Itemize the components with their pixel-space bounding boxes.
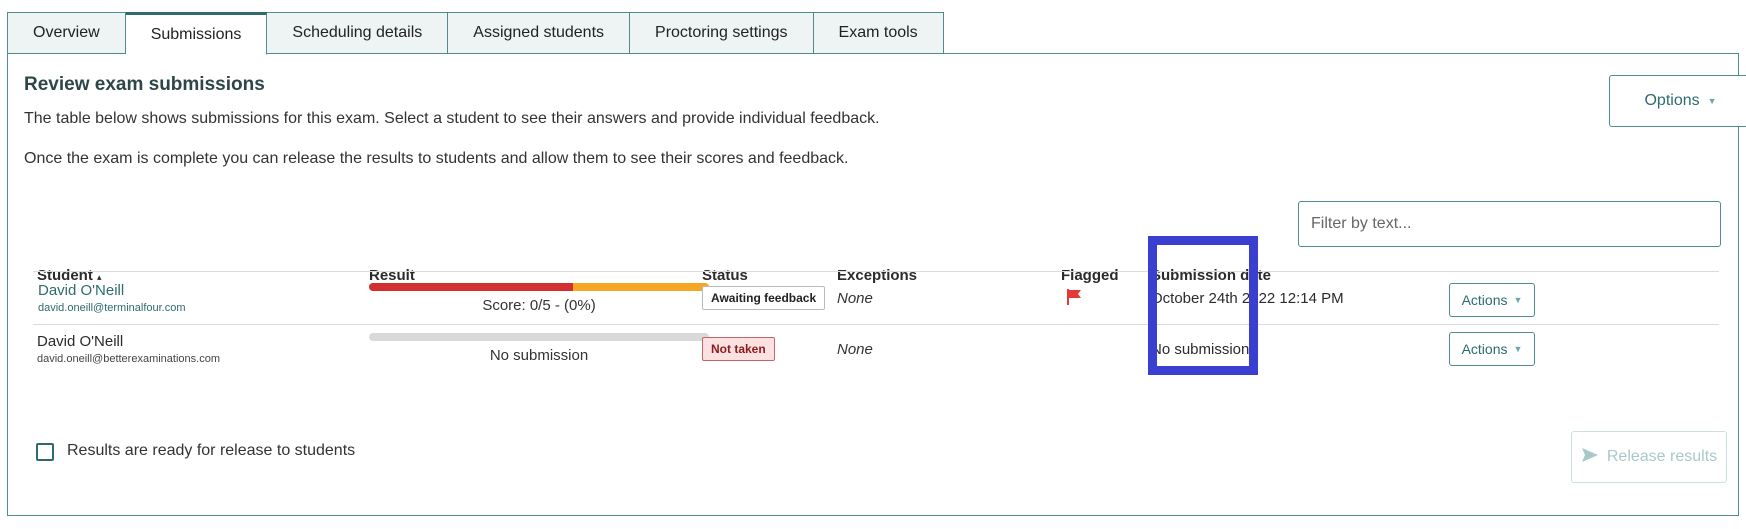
sort-asc-icon: ▴ bbox=[97, 272, 102, 282]
actions-label: Actions bbox=[1461, 292, 1508, 308]
result-cell: No submission bbox=[369, 333, 709, 364]
release-results-button[interactable]: Release results bbox=[1571, 431, 1727, 483]
status-cell: Not taken bbox=[702, 337, 775, 361]
description-text: The table below shows submissions for th… bbox=[24, 110, 880, 127]
student-cell: David O'Neill david.oneill@betterexamina… bbox=[37, 333, 220, 365]
tab-bar: Overview Submissions Scheduling details … bbox=[7, 12, 944, 55]
tab-exam-tools[interactable]: Exam tools bbox=[813, 12, 944, 54]
release-results-label: Release results bbox=[1606, 448, 1718, 465]
column-header-flagged: Flagged bbox=[1061, 267, 1119, 284]
score-bar bbox=[369, 283, 709, 291]
exceptions-value: None bbox=[837, 341, 873, 358]
actions-button[interactable]: Actions ▼ bbox=[1449, 283, 1535, 317]
caret-down-icon: ▼ bbox=[1513, 295, 1523, 305]
student-email: david.oneill@betterexaminations.com bbox=[37, 353, 220, 365]
release-info-text: Once the exam is complete you can releas… bbox=[24, 150, 849, 167]
score-bar-wrong-segment bbox=[369, 283, 573, 291]
tab-assigned-students[interactable]: Assigned students bbox=[448, 12, 631, 54]
filter-input[interactable] bbox=[1298, 201, 1721, 247]
student-name: David O'Neill bbox=[37, 333, 124, 350]
page-title: Review exam submissions bbox=[24, 74, 265, 95]
caret-down-icon: ▼ bbox=[1513, 344, 1523, 354]
row-divider bbox=[33, 271, 1719, 272]
tab-overview[interactable]: Overview bbox=[7, 12, 126, 54]
column-header-result: Result bbox=[369, 267, 415, 284]
column-header-exceptions: Exceptions bbox=[837, 267, 918, 284]
student-cell: David O'Neill david.oneill@terminalfour.… bbox=[38, 282, 186, 314]
status-badge: Awaiting feedback bbox=[702, 286, 826, 310]
flag-icon[interactable] bbox=[1065, 288, 1083, 310]
options-label: Options bbox=[1644, 92, 1700, 109]
caret-down-icon: ▼ bbox=[1707, 96, 1717, 106]
tab-submissions[interactable]: Submissions bbox=[125, 12, 268, 55]
actions-label: Actions bbox=[1461, 341, 1508, 357]
status-badge: Not taken bbox=[702, 337, 775, 361]
score-text: No submission bbox=[489, 347, 589, 364]
release-ready-label: Results are ready for release to student… bbox=[67, 442, 356, 459]
column-header-status: Status bbox=[702, 267, 748, 284]
row-divider bbox=[33, 324, 1719, 325]
score-bar bbox=[369, 333, 709, 341]
score-bar-pending-segment bbox=[573, 283, 709, 291]
exceptions-value: None bbox=[837, 290, 873, 307]
tab-proctoring-settings[interactable]: Proctoring settings bbox=[630, 12, 814, 54]
actions-button[interactable]: Actions ▼ bbox=[1449, 332, 1535, 366]
submission-date: No submission bbox=[1151, 341, 1250, 358]
result-cell: Score: 0/5 - (0%) bbox=[369, 283, 709, 314]
score-text: Score: 0/5 - (0%) bbox=[482, 297, 596, 314]
student-name-link[interactable]: David O'Neill bbox=[38, 282, 186, 299]
student-email: david.oneill@terminalfour.com bbox=[38, 302, 186, 314]
send-icon bbox=[1581, 447, 1599, 468]
column-header-submission-date: Submission date bbox=[1151, 267, 1272, 284]
status-cell: Awaiting feedback bbox=[702, 286, 826, 310]
options-button[interactable]: Options ▼ bbox=[1609, 75, 1746, 127]
submission-date: October 24th 2022 12:14 PM bbox=[1151, 290, 1344, 307]
release-ready-checkbox[interactable] bbox=[36, 443, 54, 461]
submissions-panel: Review exam submissions The table below … bbox=[7, 53, 1746, 516]
tab-scheduling-details[interactable]: Scheduling details bbox=[267, 12, 449, 54]
